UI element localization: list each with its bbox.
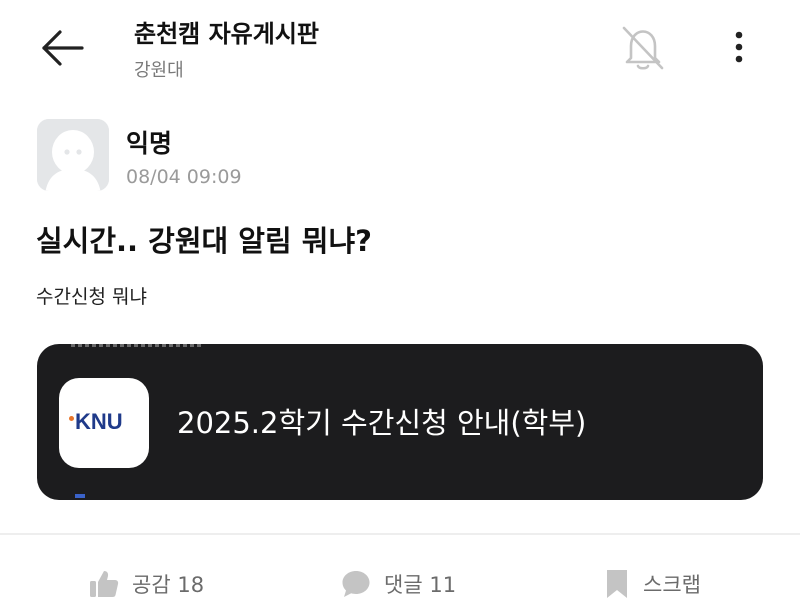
- image-top-edge: [71, 344, 201, 347]
- like-label: 공감 18: [132, 569, 204, 599]
- logo-dot: [69, 416, 74, 421]
- arrow-left-icon: [42, 30, 84, 66]
- post-timestamp: 08/04 09:09: [126, 166, 242, 188]
- scrap-label: 스크랩: [643, 573, 701, 597]
- author-name: 익명: [126, 129, 173, 158]
- comment-label: 댓글 11: [384, 569, 456, 599]
- app-header: 춘천캠 자유게시판 강원대: [0, 0, 800, 100]
- scrap-button[interactable]: 스크랩: [603, 560, 701, 608]
- image-bottom-edge: [75, 494, 85, 498]
- comment-button[interactable]: 댓글 11: [340, 560, 456, 608]
- like-button[interactable]: 공감 18: [88, 560, 204, 608]
- comment-count: 11: [429, 573, 457, 597]
- post-title: 실시간.. 강원대 알림 뭐냐?: [36, 224, 372, 258]
- anonymous-avatar-icon: [37, 119, 109, 191]
- knu-app-icon: KNU: [59, 378, 149, 468]
- knu-logo-text: KNU: [75, 409, 123, 434]
- action-bar-divider: [0, 533, 800, 535]
- attached-image[interactable]: KNU 2025.2학기 수간신청 안내(학부): [37, 344, 763, 500]
- more-options-button[interactable]: [724, 26, 754, 70]
- board-subtitle: 강원대: [134, 60, 184, 81]
- author-avatar: [37, 119, 109, 191]
- notification-toggle-button[interactable]: [618, 22, 668, 74]
- thumbs-up-icon: [90, 571, 119, 597]
- bookmark-icon: [607, 570, 627, 598]
- like-text: 공감: [132, 573, 171, 597]
- more-vertical-icon: [735, 31, 743, 63]
- bell-off-icon: [622, 26, 664, 70]
- speech-bubble-icon: [342, 571, 370, 597]
- board-title: 춘천캠 자유게시판: [134, 20, 319, 48]
- notification-text: 2025.2학기 수간신청 안내(학부): [177, 406, 587, 440]
- back-button[interactable]: [36, 24, 92, 72]
- like-count: 18: [177, 573, 205, 597]
- post-body: 수간신청 뭐냐: [36, 286, 147, 308]
- comment-text: 댓글: [384, 573, 423, 597]
